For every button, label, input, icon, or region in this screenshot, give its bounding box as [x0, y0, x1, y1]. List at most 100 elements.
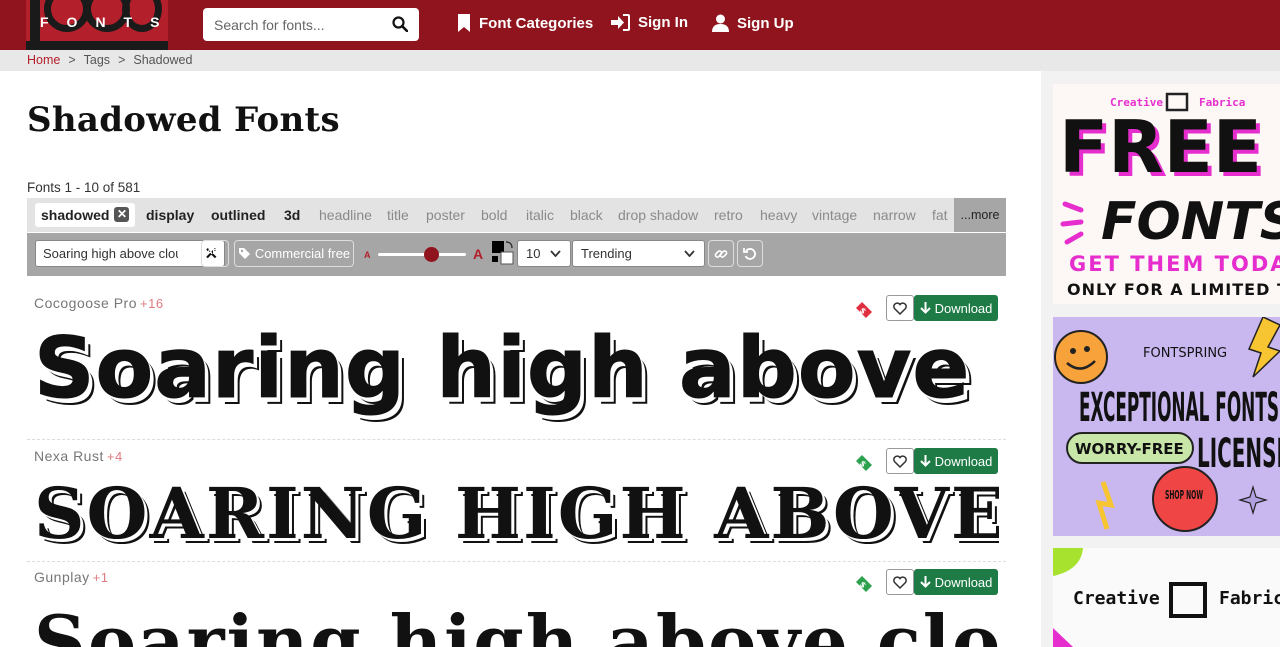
user-icon	[712, 14, 729, 32]
arrow-down-icon	[919, 455, 931, 467]
size-slider-track[interactable]	[378, 253, 466, 256]
price-tag-icon[interactable]: $	[854, 574, 874, 594]
favorite-button[interactable]	[886, 569, 914, 595]
breadcrumb-separator: >	[68, 53, 76, 67]
undo-icon	[743, 247, 756, 260]
size-slider-thumb[interactable]	[423, 247, 439, 262]
favorite-button[interactable]	[886, 448, 914, 474]
nav-font-categories[interactable]: Font Categories	[457, 14, 593, 32]
download-label: Download	[934, 574, 993, 590]
ad-artwork: FONTSPRING EXCEPTIONAL FONTS WORRY-FREE …	[1054, 317, 1280, 532]
site-logo[interactable]: FONTS	[26, 0, 168, 50]
tag-headline[interactable]: headline	[319, 207, 372, 223]
nav-sign-in[interactable]: Sign In	[611, 14, 688, 31]
font-preview[interactable]: Soaring high above	[34, 319, 999, 429]
chevron-down-icon	[550, 250, 561, 257]
tag-title[interactable]: title	[387, 207, 409, 223]
ad-line3: GET THEM TODAY	[1069, 252, 1280, 276]
download-button[interactable]: Download	[914, 569, 998, 595]
cf-logo-icon	[1169, 582, 1207, 618]
ad-artwork: Creative Fabrica	[1053, 548, 1280, 647]
tag-outlined[interactable]: outlined	[211, 207, 265, 223]
font-entry: Cocogoose Pro +16 $ Download Soaring high…	[27, 295, 1006, 435]
ad-badge: WORRY-FREE	[1075, 440, 1184, 458]
font-name-link[interactable]: Nexa Rust	[34, 448, 104, 464]
ad-creative-fabrica[interactable]: Creative Fabrica FREE FREE FONTS GET THE…	[1053, 84, 1280, 304]
bookmark-icon	[458, 14, 470, 32]
download-button[interactable]: Download	[914, 295, 998, 321]
font-preview[interactable]: Soaring high above clouds	[34, 599, 999, 647]
ad-creative-fabrica-2[interactable]: Creative Fabrica	[1053, 548, 1280, 647]
tag-italic[interactable]: italic	[526, 207, 554, 223]
heart-icon	[893, 454, 907, 468]
font-variants-count[interactable]: +1	[93, 570, 109, 585]
heart-icon	[893, 301, 907, 315]
svg-text:AB: AB	[207, 248, 218, 256]
search-icon[interactable]	[392, 16, 408, 32]
font-preview[interactable]: SOARING HIGH ABOVE	[34, 472, 999, 552]
breadcrumb: Home > Tags > Shadowed	[0, 50, 1280, 71]
lightning-icon	[1247, 317, 1280, 378]
nav-label: Sign Up	[737, 14, 794, 32]
font-name-row: Gunplay +1	[34, 569, 108, 585]
text-case-icon: AB	[207, 248, 221, 261]
tag-3d[interactable]: 3d	[284, 207, 300, 223]
font-variants-count[interactable]: +4	[107, 449, 123, 464]
ad-burst-marks	[1060, 201, 1084, 245]
font-name-link[interactable]: Gunplay	[34, 569, 90, 585]
entry-divider	[27, 561, 1006, 562]
active-tag-label: shadowed	[41, 207, 110, 223]
active-tag[interactable]: shadowed ✕	[35, 203, 136, 227]
remove-tag-icon[interactable]: ✕	[114, 207, 130, 222]
tag-drop-shadow[interactable]: drop shadow	[618, 207, 698, 223]
preview-text-box: ✕	[35, 240, 225, 267]
chevron-down-icon	[684, 250, 695, 257]
tag-black[interactable]: black	[570, 207, 603, 223]
color-swap-icon[interactable]	[491, 240, 515, 267]
sort-value: Trending	[581, 246, 632, 261]
tag-fat[interactable]: fat	[932, 207, 948, 223]
tag-poster[interactable]: poster	[426, 207, 465, 223]
download-label: Download	[934, 300, 993, 316]
ad-licensing: LICENSING	[1197, 431, 1280, 477]
case-toggle-button[interactable]: AB	[201, 240, 229, 267]
search-box	[203, 8, 419, 41]
ad-fontspring-brand: FONTSPRING	[1143, 346, 1227, 361]
tag-heavy[interactable]: heavy	[760, 207, 797, 223]
favorite-button[interactable]	[886, 295, 914, 321]
breadcrumb-tags[interactable]: Tags	[84, 53, 110, 67]
tag-narrow[interactable]: narrow	[873, 207, 916, 223]
ad-brand-left: Creative	[1073, 588, 1160, 609]
nav-sign-up[interactable]: Sign Up	[712, 14, 794, 32]
tag-display[interactable]: display	[146, 207, 194, 223]
price-tag-icon[interactable]: $	[854, 453, 874, 473]
ad-fontspring[interactable]: FONTSPRING EXCEPTIONAL FONTS WORRY-FREE …	[1053, 317, 1280, 536]
breadcrumb-home[interactable]: Home	[27, 53, 60, 67]
commercial-free-button[interactable]: Commercial free	[234, 240, 354, 267]
font-variants-count[interactable]: +16	[140, 296, 164, 311]
more-tags-button[interactable]: ...more	[954, 198, 1006, 232]
per-page-select[interactable]: 10	[517, 240, 571, 267]
breadcrumb-current: Shadowed	[133, 53, 193, 67]
preview-toolbar: ✕ AB Commercial free A A 10 Trending	[27, 233, 1006, 276]
lightning-small-icon	[1095, 481, 1115, 530]
link-icon	[714, 249, 728, 258]
per-page-value: 10	[526, 246, 541, 261]
permalink-button[interactable]	[708, 240, 734, 267]
preview-text-input[interactable]	[43, 246, 178, 261]
font-name-link[interactable]: Cocogoose Pro	[34, 295, 137, 311]
tag-retro[interactable]: retro	[714, 207, 743, 223]
ad-corner-shape	[1053, 628, 1073, 647]
nav-label: Font Categories	[479, 14, 594, 32]
tag-bold[interactable]: bold	[481, 207, 507, 223]
arrow-down-icon	[919, 576, 931, 588]
tag-vintage[interactable]: vintage	[812, 207, 857, 223]
sort-select[interactable]: Trending	[572, 240, 705, 267]
logo-word: FONTS	[40, 14, 168, 30]
reset-button[interactable]	[737, 240, 763, 267]
download-button[interactable]: Download	[914, 448, 998, 474]
price-tag-icon[interactable]: $	[854, 300, 874, 320]
smiley-eye	[1084, 346, 1090, 352]
search-input[interactable]	[214, 16, 384, 33]
nav-label: Sign In	[638, 14, 688, 31]
